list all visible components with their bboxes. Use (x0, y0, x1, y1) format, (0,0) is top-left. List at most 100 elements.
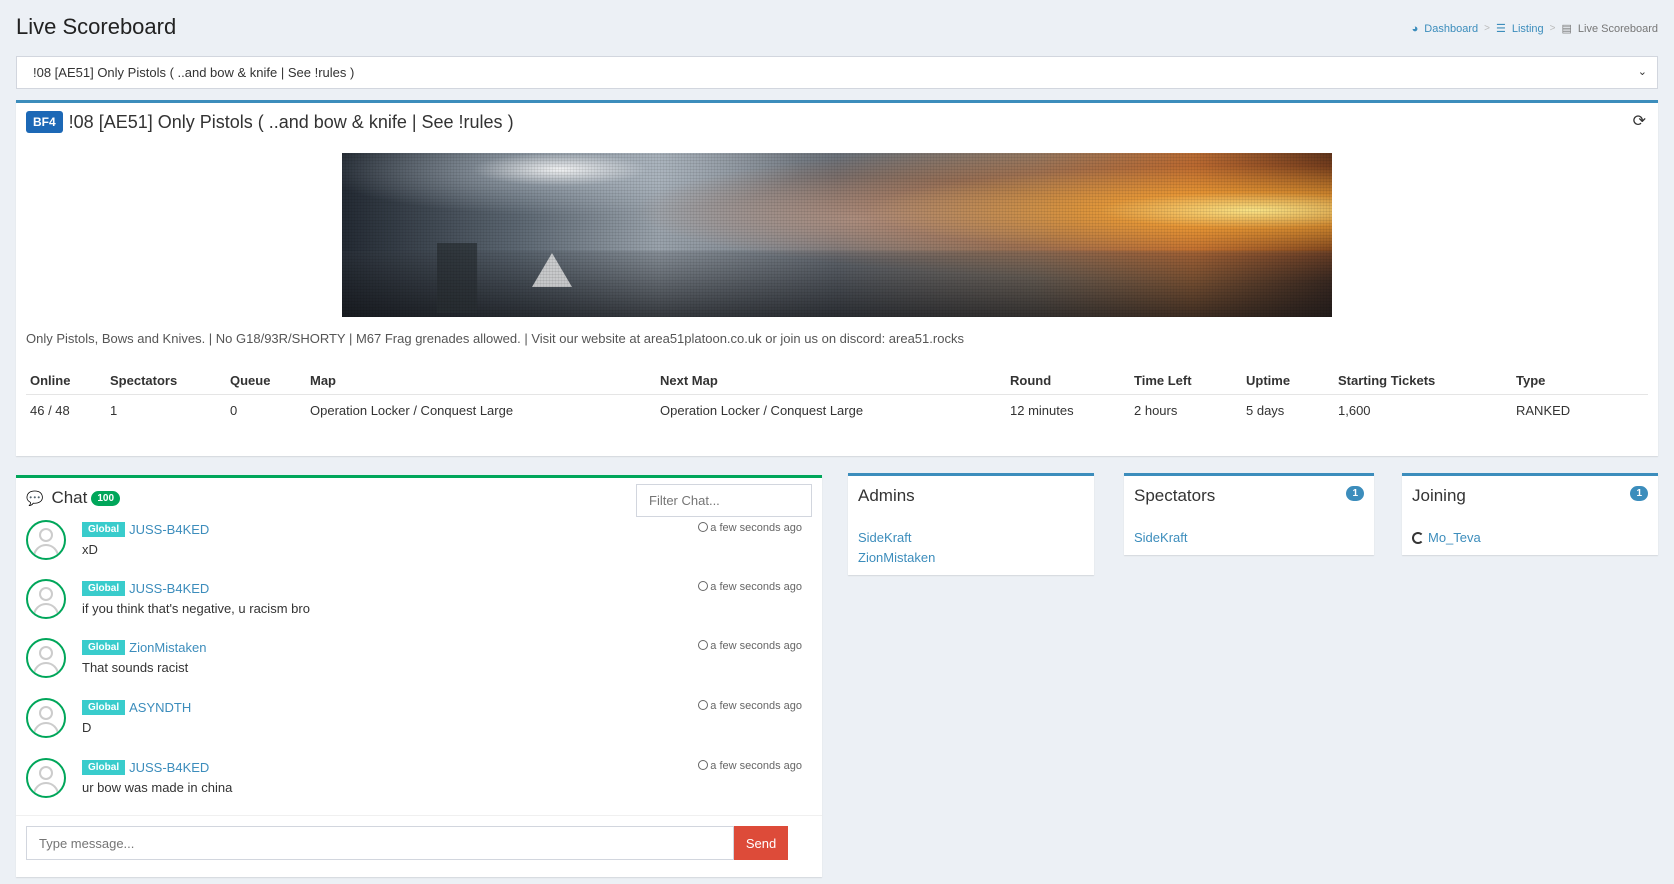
admins-list: SideKraft ZionMistaken (858, 528, 935, 568)
breadcrumb-live-scoreboard: ▤ Live Scoreboard (1561, 22, 1658, 36)
spectator-name[interactable]: SideKraft (1134, 530, 1187, 545)
filter-chat-input[interactable] (636, 484, 812, 517)
admin-name[interactable]: ZionMistaken (858, 550, 935, 565)
message-time: a few seconds ago (698, 700, 802, 712)
channel-label: Global (82, 522, 126, 537)
banner-floor (342, 251, 1332, 317)
avatar (26, 758, 66, 798)
server-select[interactable]: !08 [AE51] Only Pistols ( ..and bow & kn… (16, 56, 1658, 89)
avatar (26, 520, 66, 560)
chat-title: Chat (51, 488, 88, 507)
message-author[interactable]: ASYNDTH (129, 700, 191, 715)
avatar (26, 579, 66, 619)
chat-message: Global ASYNDTH D a few seconds ago (26, 698, 812, 746)
channel-label: Global (82, 760, 126, 775)
column-header-starting-tickets: Starting Tickets (1334, 367, 1512, 395)
column-header-next-map: Next Map (656, 367, 1006, 395)
game-badge: BF4 (26, 111, 63, 133)
dashboard-icon: ◕ (1411, 22, 1419, 35)
server-info-header-row: Online Spectators Queue Map Next Map Rou… (26, 367, 1648, 395)
server-info-row: 46 / 48 1 0 Operation Locker / Conquest … (26, 395, 1648, 427)
online-value: 46 / 48 (30, 403, 70, 418)
time-left-value: 2 hours (1134, 403, 1178, 418)
message-text: xD (82, 542, 98, 557)
breadcrumb-listing-label: Listing (1511, 22, 1544, 35)
joining-title: Joining (1412, 486, 1466, 505)
column-header-uptime: Uptime (1242, 367, 1334, 395)
message-time: a few seconds ago (698, 522, 802, 534)
map-value: Operation Locker / Conquest Large (310, 403, 514, 418)
server-banner-image (342, 153, 1332, 317)
next-map-value: Operation Locker / Conquest Large (660, 403, 864, 418)
chat-count-badge: 100 (91, 490, 121, 506)
server-name: !08 [AE51] Only Pistols ( ..and bow & kn… (68, 111, 514, 132)
joining-player-name[interactable]: Mo_Teva (1428, 530, 1481, 545)
channel-label: Global (82, 640, 126, 655)
column-header-online: Online (26, 367, 106, 395)
chat-footer: Send (16, 815, 822, 877)
breadcrumb-dashboard-label: Dashboard (1424, 22, 1479, 35)
column-header-round: Round (1006, 367, 1130, 395)
spectators-box: Spectators 1 SideKraft (1124, 473, 1374, 555)
message-input[interactable] (26, 826, 734, 860)
chevron-down-icon: ⌄ (1637, 66, 1647, 78)
message-text: ur bow was made in china (82, 780, 233, 795)
breadcrumb: ◕ Dashboard > ☰ Listing > ▤ Live Scorebo… (1412, 22, 1658, 36)
message-time: a few seconds ago (698, 760, 802, 772)
type-value: RANKED (1516, 403, 1571, 418)
message-author[interactable]: JUSS-B4KED (129, 760, 209, 775)
clock-icon (698, 522, 709, 532)
spectators-value: 1 (110, 403, 118, 418)
message-time: a few seconds ago (698, 581, 802, 593)
joining-box: Joining 1 Mo_Teva (1402, 473, 1658, 555)
spinner-icon (1412, 532, 1424, 544)
refresh-icon[interactable]: ⟳ (1633, 111, 1646, 131)
banner-panel (437, 243, 477, 313)
clock-icon (698, 640, 709, 650)
clock-icon (698, 700, 709, 710)
spectators-list: SideKraft (1134, 528, 1187, 548)
uptime-value: 5 days (1246, 403, 1285, 418)
admins-box: Admins SideKraft ZionMistaken (848, 473, 1094, 575)
message-author[interactable]: JUSS-B4KED (129, 522, 209, 537)
breadcrumb-separator: > (1549, 23, 1556, 34)
round-value: 12 minutes (1010, 403, 1074, 418)
chat-message: Global JUSS-B4KED if you think that's ne… (26, 579, 812, 627)
breadcrumb-listing[interactable]: ☰ Listing (1495, 22, 1544, 36)
clock-icon (698, 581, 709, 591)
spectators-count-badge: 1 (1346, 486, 1364, 501)
joining-count-badge: 1 (1630, 486, 1648, 501)
server-description: Only Pistols, Bows and Knives. | No G18/… (26, 331, 964, 346)
breadcrumb-live-scoreboard-label: Live Scoreboard (1577, 22, 1658, 35)
column-header-time-left: Time Left (1130, 367, 1242, 395)
list-icon: ☰ (1495, 23, 1506, 35)
message-text: if you think that's negative, u racism b… (82, 601, 310, 616)
avatar (26, 638, 66, 678)
admin-name[interactable]: SideKraft (858, 530, 911, 545)
chat-header: 💬 Chat 100 (26, 488, 121, 508)
message-text: That sounds racist (82, 660, 189, 675)
breadcrumb-dashboard[interactable]: ◕ Dashboard (1412, 23, 1478, 35)
banner-warning-sign (532, 253, 572, 287)
message-author[interactable]: ZionMistaken (129, 640, 206, 655)
avatar (26, 698, 66, 738)
column-header-queue: Queue (226, 367, 306, 395)
server-header: BF4 !08 [AE51] Only Pistols ( ..and bow … (26, 111, 514, 133)
chat-box: 💬 Chat 100 Global JUSS-B4KED xD a few se… (16, 475, 822, 877)
admins-title: Admins (858, 486, 915, 505)
spectators-title: Spectators (1134, 486, 1216, 505)
send-button[interactable]: Send (734, 826, 788, 860)
server-info-box: BF4 !08 [AE51] Only Pistols ( ..and bow … (16, 100, 1658, 456)
message-author[interactable]: JUSS-B4KED (129, 581, 209, 596)
clock-icon (698, 760, 709, 770)
table-icon: ▤ (1561, 23, 1572, 35)
column-header-map: Map (306, 367, 656, 395)
joining-list: Mo_Teva (1412, 528, 1481, 548)
chat-message: Global JUSS-B4KED xD a few seconds ago (26, 520, 812, 568)
column-header-spectators: Spectators (106, 367, 226, 395)
page-header: Live Scoreboard ◕ Dashboard > ☰ Listing … (16, 14, 1658, 44)
server-info-table: Online Spectators Queue Map Next Map Rou… (26, 367, 1648, 426)
queue-value: 0 (230, 403, 238, 418)
message-text: D (82, 720, 92, 735)
chat-message: Global ZionMistaken That sounds racist a… (26, 638, 812, 686)
